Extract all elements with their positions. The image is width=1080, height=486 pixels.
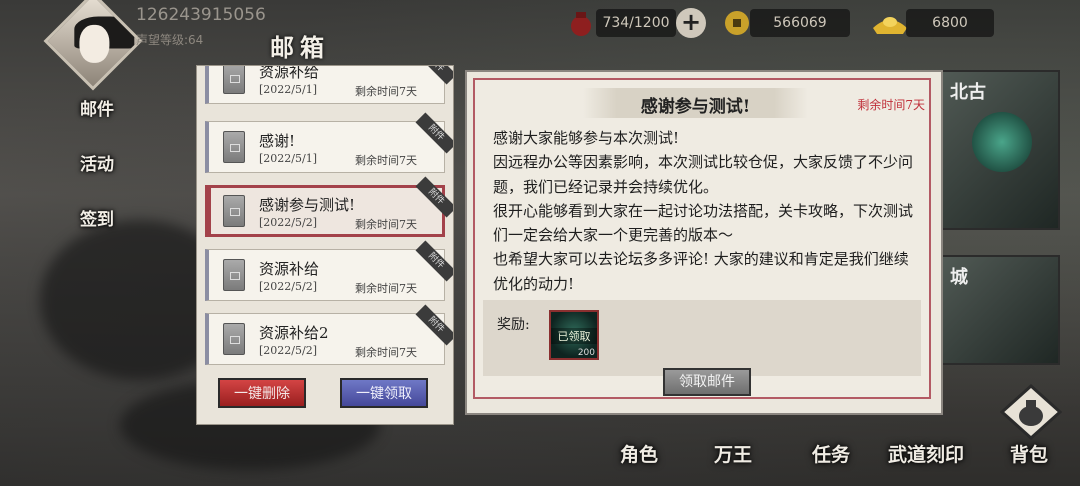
delete-all-button[interactable]: 一键删除 xyxy=(218,378,306,408)
stamina-value: 734/1200 xyxy=(596,9,676,37)
mail-detail-title: 感谢参与测试! xyxy=(640,97,751,117)
nav-checkin[interactable]: 签到 xyxy=(80,205,130,245)
side-card-city[interactable]: 城 xyxy=(940,255,1060,365)
mail-item[interactable]: 资源补给 [2022/5/2] 剩余时间7天 附件 xyxy=(205,240,453,301)
attachment-tag: 附件 xyxy=(415,112,453,154)
nav-bag[interactable]: 背包 xyxy=(1010,440,1048,467)
bag-icon[interactable] xyxy=(1000,384,1062,440)
claimed-label: 已领取 xyxy=(551,328,597,344)
nav-tasks[interactable]: 任务 xyxy=(812,440,850,467)
reward-label: 奖励: xyxy=(497,317,530,333)
letter-icon xyxy=(223,66,245,94)
letter-icon xyxy=(223,259,245,291)
mail-item-selected[interactable]: 感谢参与测试! [2022/5/2] 剩余时间7天 附件 xyxy=(205,176,453,237)
stamina-jar-icon xyxy=(571,12,591,36)
attachment-tag: 附件 xyxy=(415,176,453,218)
nav-martial-seal[interactable]: 武道刻印 xyxy=(888,440,964,467)
gold-ingot-icon xyxy=(873,17,907,34)
reward-item[interactable]: 已领取 200 xyxy=(549,310,599,360)
attachment-tag: 附件 xyxy=(415,304,453,346)
mail-item[interactable]: 资源补给 [2022/5/1] 剩余时间7天 附件 xyxy=(205,66,453,104)
reputation-level: 声望等级:64 xyxy=(136,33,204,47)
player-id: 126243915056 xyxy=(136,5,266,25)
attachment-tag: 附件 xyxy=(415,66,453,85)
ingots-value: 6800 xyxy=(906,9,994,37)
mail-detail-remaining: 剩余时间7天 xyxy=(857,98,925,112)
attachment-tag: 附件 xyxy=(415,240,453,282)
mail-list-panel[interactable]: 资源补给 [2022/5/1] 剩余时间7天 附件 感谢! [2022/5/1]… xyxy=(196,65,454,425)
mail-detail-frame: 感谢参与测试! 剩余时间7天 感谢大家能够参与本次测试! 因远程办公等因素影响，… xyxy=(473,78,931,399)
nav-character[interactable]: 角色 xyxy=(620,440,658,467)
coin-icon xyxy=(725,11,749,35)
game-screen: 126243915056 声望等级:64 734/1200 + 566069 6… xyxy=(0,0,1080,486)
coins-value: 566069 xyxy=(750,9,850,37)
claim-mail-button[interactable]: 领取邮件 xyxy=(663,368,751,396)
mail-item[interactable]: 感谢! [2022/5/1] 剩余时间7天 附件 xyxy=(205,112,453,173)
claim-all-button[interactable]: 一键领取 xyxy=(340,378,428,408)
mailbox-title: 邮箱 xyxy=(270,33,330,62)
reward-section: 奖励: 已领取 200 xyxy=(483,300,921,376)
item-count: 200 xyxy=(577,348,595,358)
mail-detail-title-bar: 感谢参与测试! xyxy=(583,88,808,118)
nav-mail[interactable]: 邮件 xyxy=(80,95,130,135)
mail-item[interactable]: 资源补给2 [2022/5/2] 剩余时间7天 附件 xyxy=(205,304,453,365)
mail-detail-body: 感谢大家能够参与本次测试! 因远程办公等因素影响，本次测试比较仓促，大家反馈了不… xyxy=(493,129,914,293)
player-avatar[interactable] xyxy=(43,0,143,91)
side-card-event[interactable]: 北古 xyxy=(940,70,1060,230)
add-stamina-button[interactable]: + xyxy=(676,8,706,38)
letter-icon xyxy=(223,195,245,227)
mail-detail-panel: 感谢参与测试! 剩余时间7天 感谢大家能够参与本次测试! 因远程办公等因素影响，… xyxy=(465,70,943,415)
nav-wanwang[interactable]: 万王 xyxy=(714,440,752,467)
letter-icon xyxy=(223,323,245,355)
nav-activity[interactable]: 活动 xyxy=(80,150,130,190)
letter-icon xyxy=(223,131,245,163)
